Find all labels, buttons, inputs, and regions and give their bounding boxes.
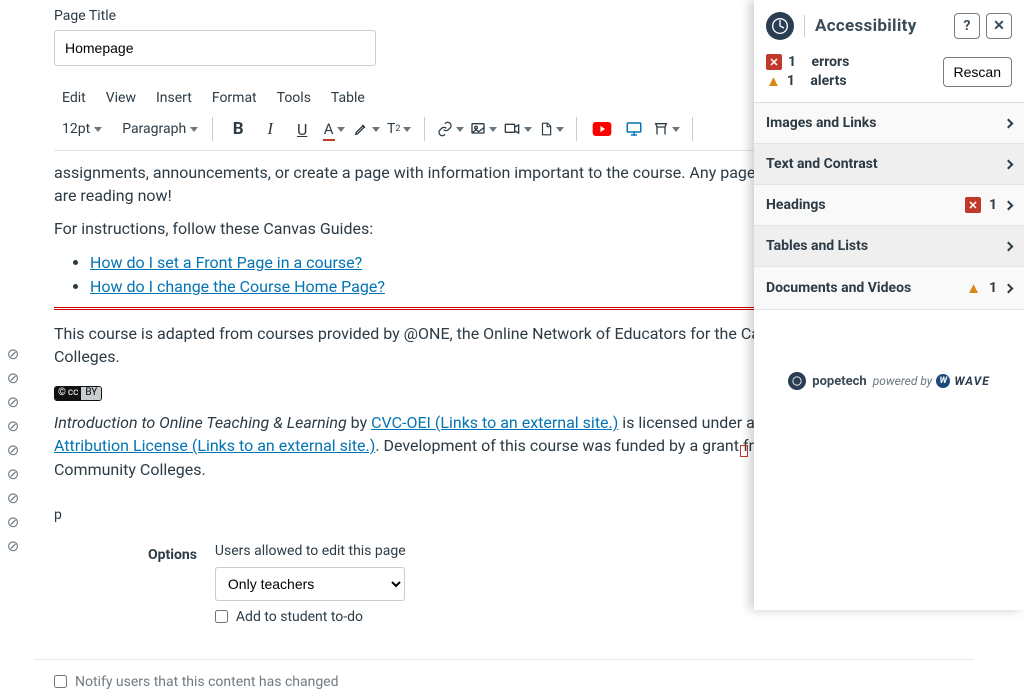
chevron-down-icon [456,127,464,132]
youtube-button[interactable] [589,114,615,144]
section-divider [34,659,974,660]
bold-button[interactable]: B [225,114,251,144]
guide-link-front-page[interactable]: How do I set a Front Page in a course? [90,253,362,272]
category-images-links[interactable]: Images and Links [754,103,1024,144]
superscript-button[interactable]: T2 [386,114,412,144]
chevron-right-icon [1004,118,1014,128]
accessibility-category-list: Images and Links Text and Contrast Headi… [754,102,1024,310]
menu-insert[interactable]: Insert [156,90,192,106]
close-button[interactable]: ✕ [986,13,1012,39]
image-button[interactable] [470,114,497,144]
chevron-down-icon [524,127,532,132]
menu-edit[interactable]: Edit [62,90,86,106]
editor-path[interactable]: p [54,507,62,523]
hidden-icon: ⊘ [7,441,20,459]
category-headings[interactable]: Headings ✕ 1 [754,185,1024,226]
chevron-down-icon [672,127,680,132]
attr-cvc-link[interactable]: CVC-OEI (Links to an external site.) [371,413,618,432]
error-icon: ✕ [965,197,981,213]
menu-table[interactable]: Table [331,90,365,106]
chevron-right-icon [1004,159,1014,169]
errors-count: ✕ 1 errors [766,54,849,70]
chevron-right-icon [1004,283,1014,293]
hidden-icon: ⊘ [7,345,20,363]
chevron-right-icon [1004,241,1014,251]
rescan-button[interactable]: Rescan [943,57,1012,87]
chevron-down-icon [337,127,345,132]
popetech-logo-icon [766,12,794,40]
document-button[interactable] [538,114,564,144]
popetech-mark-icon [788,372,806,390]
notify-users-input[interactable] [54,675,67,688]
guide-link-home-page[interactable]: How do I change the Course Home Page? [90,277,385,296]
media-button[interactable] [503,114,532,144]
text-color-button[interactable]: A [321,114,347,144]
panel-title: Accessibility [815,16,917,36]
edit-permission-caption: Users allowed to edit this page [215,543,406,559]
wave-logo-icon: W [936,374,950,388]
link-button[interactable] [437,114,464,144]
menu-view[interactable]: View [106,90,136,106]
add-todo-input[interactable] [215,610,228,623]
chevron-down-icon [403,127,411,132]
help-button[interactable]: ? [954,13,980,39]
error-indicator-icon [740,445,748,457]
highlight-button[interactable] [353,114,380,144]
panel-footer: popetech powered by W WAVE [754,358,1024,610]
alerts-count: ▲ 1 alerts [766,72,849,90]
add-todo-checkbox[interactable]: Add to student to-do [215,609,406,625]
category-documents-videos[interactable]: Documents and Videos ▲ 1 [754,267,1024,310]
error-icon: ✕ [766,54,782,70]
underline-button[interactable]: U [289,114,315,144]
hidden-icon: ⊘ [7,513,20,531]
alert-icon: ▲ [766,72,781,90]
hidden-icon: ⊘ [7,417,20,435]
edit-permission-select[interactable]: Only teachers [215,567,405,601]
hidden-icon: ⊘ [7,489,20,507]
hidden-icon: ⊘ [7,465,20,483]
hidden-icon: ⊘ [7,537,20,555]
hidden-icon: ⊘ [7,369,20,387]
chevron-down-icon [556,127,564,132]
menu-tools[interactable]: Tools [277,90,311,106]
font-size-select[interactable]: 12pt [62,121,104,137]
chevron-down-icon [372,127,380,132]
hidden-icon: ⊘ [7,393,20,411]
block-format-select[interactable]: Paragraph [122,121,200,137]
category-tables-lists[interactable]: Tables and Lists [754,226,1024,267]
page-title-input[interactable] [54,30,376,66]
accessibility-panel: Accessibility ? ✕ ✕ 1 errors ▲ 1 alerts … [754,0,1024,610]
chevron-down-icon [489,127,497,132]
alert-icon: ▲ [966,279,981,297]
italic-button[interactable]: I [257,114,283,144]
app-button[interactable] [653,114,680,144]
studio-button[interactable] [621,114,647,144]
category-text-contrast[interactable]: Text and Contrast [754,144,1024,185]
chevron-right-icon [1004,200,1014,210]
visibility-gutter: ⊘ ⊘ ⊘ ⊘ ⊘ ⊘ ⊘ ⊘ ⊘ [0,345,26,555]
notify-users-checkbox[interactable]: Notify users that this content has chang… [54,674,1024,690]
cc-license-badge: ©cc BY [54,386,102,401]
options-label: Options [148,547,197,563]
menu-format[interactable]: Format [212,90,257,106]
